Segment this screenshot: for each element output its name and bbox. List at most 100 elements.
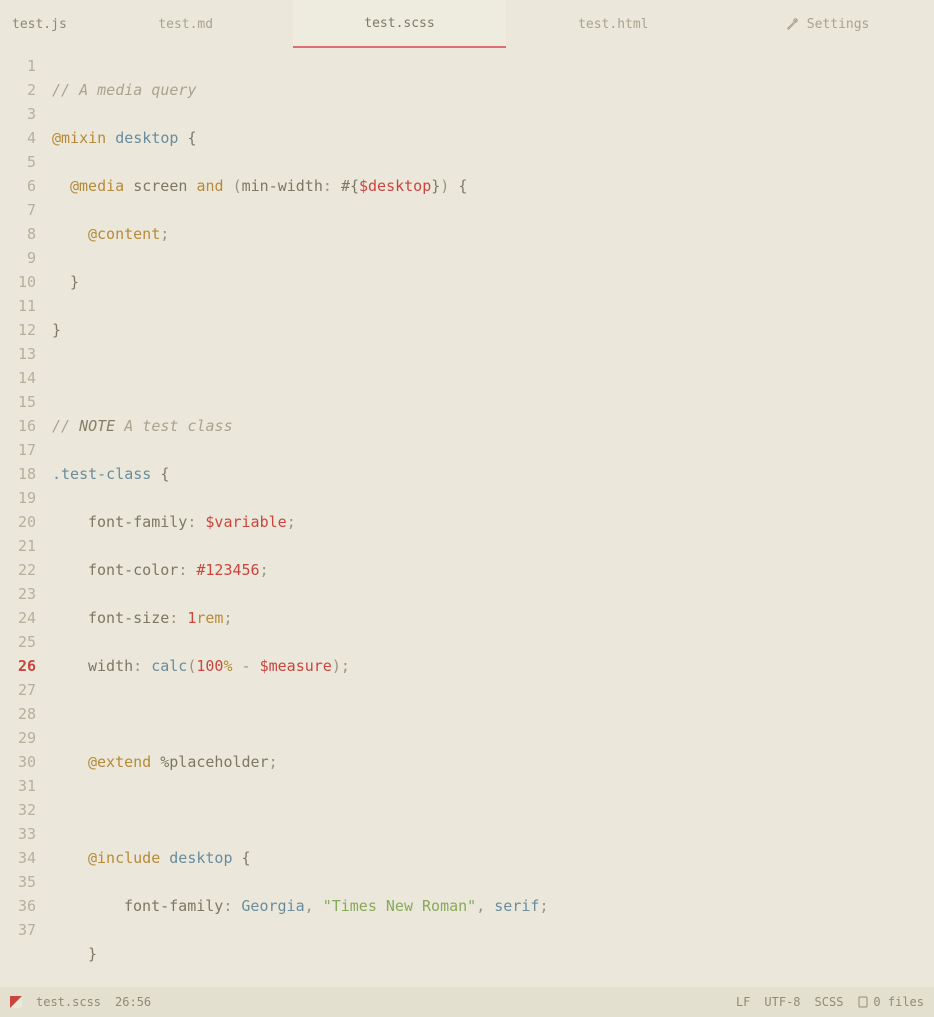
status-eol-label: LF <box>736 995 750 1009</box>
tab-test-scss[interactable]: test.scss <box>293 0 507 48</box>
line-number: 2 <box>0 78 36 102</box>
line-number: 16 <box>0 414 36 438</box>
tok: ; <box>160 225 169 243</box>
tok: min-width <box>242 177 323 195</box>
line-number: 22 <box>0 558 36 582</box>
tok: { <box>187 129 196 147</box>
tok: : <box>323 177 332 195</box>
modified-icon <box>10 996 22 1008</box>
tok: serif <box>494 897 539 915</box>
status-encoding[interactable]: UTF-8 <box>764 995 800 1009</box>
status-cursor-pos[interactable]: 26:56 <box>115 995 151 1009</box>
tok: } <box>52 321 61 339</box>
status-enc-label: UTF-8 <box>764 995 800 1009</box>
tok: : <box>133 657 142 675</box>
git-icon <box>857 996 869 1008</box>
line-number: 1 <box>0 54 36 78</box>
code-area[interactable]: // A media query @mixin desktop { @media… <box>42 48 934 987</box>
tok: } <box>70 273 79 291</box>
tok: @extend <box>88 753 151 771</box>
line-number: 15 <box>0 390 36 414</box>
tok: ; <box>539 897 548 915</box>
tok: : <box>169 609 178 627</box>
line-number: 36 <box>0 894 36 918</box>
line-number: 19 <box>0 486 36 510</box>
tok: { <box>458 177 467 195</box>
line-number: 17 <box>0 438 36 462</box>
tok: screen <box>133 177 187 195</box>
tok: #{ <box>341 177 359 195</box>
tok: ) <box>332 657 341 675</box>
tok: @include <box>88 849 160 867</box>
line-number: 37 <box>0 918 36 942</box>
tab-test-md[interactable]: test.md <box>79 0 293 48</box>
tok: Georgia <box>241 897 304 915</box>
line-number: 29 <box>0 726 36 750</box>
line-number: 13 <box>0 342 36 366</box>
status-bar: test.scss 26:56 LF UTF-8 SCSS 0 files <box>0 987 934 1017</box>
tok: } <box>88 945 97 963</box>
status-git[interactable]: 0 files <box>857 995 924 1009</box>
status-git-label: 0 files <box>873 995 924 1009</box>
status-language[interactable]: SCSS <box>815 995 844 1009</box>
tok: { <box>160 465 169 483</box>
line-number: 32 <box>0 798 36 822</box>
tok: $variable <box>205 513 286 531</box>
line-number: 21 <box>0 534 36 558</box>
tok: .test-class <box>52 465 151 483</box>
tab-label: test.js <box>12 17 67 32</box>
tok: { <box>242 849 251 867</box>
tok: @media <box>70 177 124 195</box>
tok: : <box>187 513 196 531</box>
line-number: 3 <box>0 102 36 126</box>
tab-test-js[interactable]: test.js <box>0 0 79 48</box>
tok: font-size <box>88 609 169 627</box>
tok: % <box>223 657 232 675</box>
line-number: 12 <box>0 318 36 342</box>
status-file[interactable]: test.scss <box>36 995 101 1009</box>
line-number: 25 <box>0 630 36 654</box>
tab-test-html[interactable]: test.html <box>506 0 720 48</box>
comment: // A media query <box>52 81 197 99</box>
tok: desktop <box>115 129 178 147</box>
tab-label: Settings <box>807 17 870 32</box>
line-number: 14 <box>0 366 36 390</box>
tok: @content <box>88 225 160 243</box>
line-number: 6 <box>0 174 36 198</box>
tok: : <box>223 897 232 915</box>
tok: ; <box>287 513 296 531</box>
tok: , <box>476 897 485 915</box>
tab-bar: test.js test.md test.scss test.html Sett… <box>0 0 934 48</box>
tok: font-color <box>88 561 178 579</box>
line-number: 11 <box>0 294 36 318</box>
wrench-icon <box>785 17 799 31</box>
line-number: 10 <box>0 270 36 294</box>
tok: width <box>88 657 133 675</box>
tok: , <box>305 897 314 915</box>
line-number: 9 <box>0 246 36 270</box>
status-lang-label: SCSS <box>815 995 844 1009</box>
status-file-label: test.scss <box>36 995 101 1009</box>
line-number: 23 <box>0 582 36 606</box>
tab-settings[interactable]: Settings <box>720 0 934 48</box>
tab-label: test.scss <box>364 16 434 31</box>
tok: and <box>196 177 223 195</box>
tok: : <box>178 561 187 579</box>
tok: #123456 <box>196 561 259 579</box>
line-number: 18 <box>0 462 36 486</box>
editor[interactable]: 1234567891011121314151617181920212223242… <box>0 48 934 987</box>
status-eol[interactable]: LF <box>736 995 750 1009</box>
line-number: 34 <box>0 846 36 870</box>
line-number: 26 <box>0 654 36 678</box>
tok: @mixin <box>52 129 106 147</box>
line-number: 33 <box>0 822 36 846</box>
tok: NOTE <box>79 417 115 435</box>
tok: %placeholder <box>160 753 268 771</box>
line-number: 20 <box>0 510 36 534</box>
tok: "Times New Roman" <box>323 897 477 915</box>
tok: $measure <box>260 657 332 675</box>
line-number: 31 <box>0 774 36 798</box>
line-number: 28 <box>0 702 36 726</box>
tok: } <box>431 177 440 195</box>
tok: // <box>52 417 79 435</box>
